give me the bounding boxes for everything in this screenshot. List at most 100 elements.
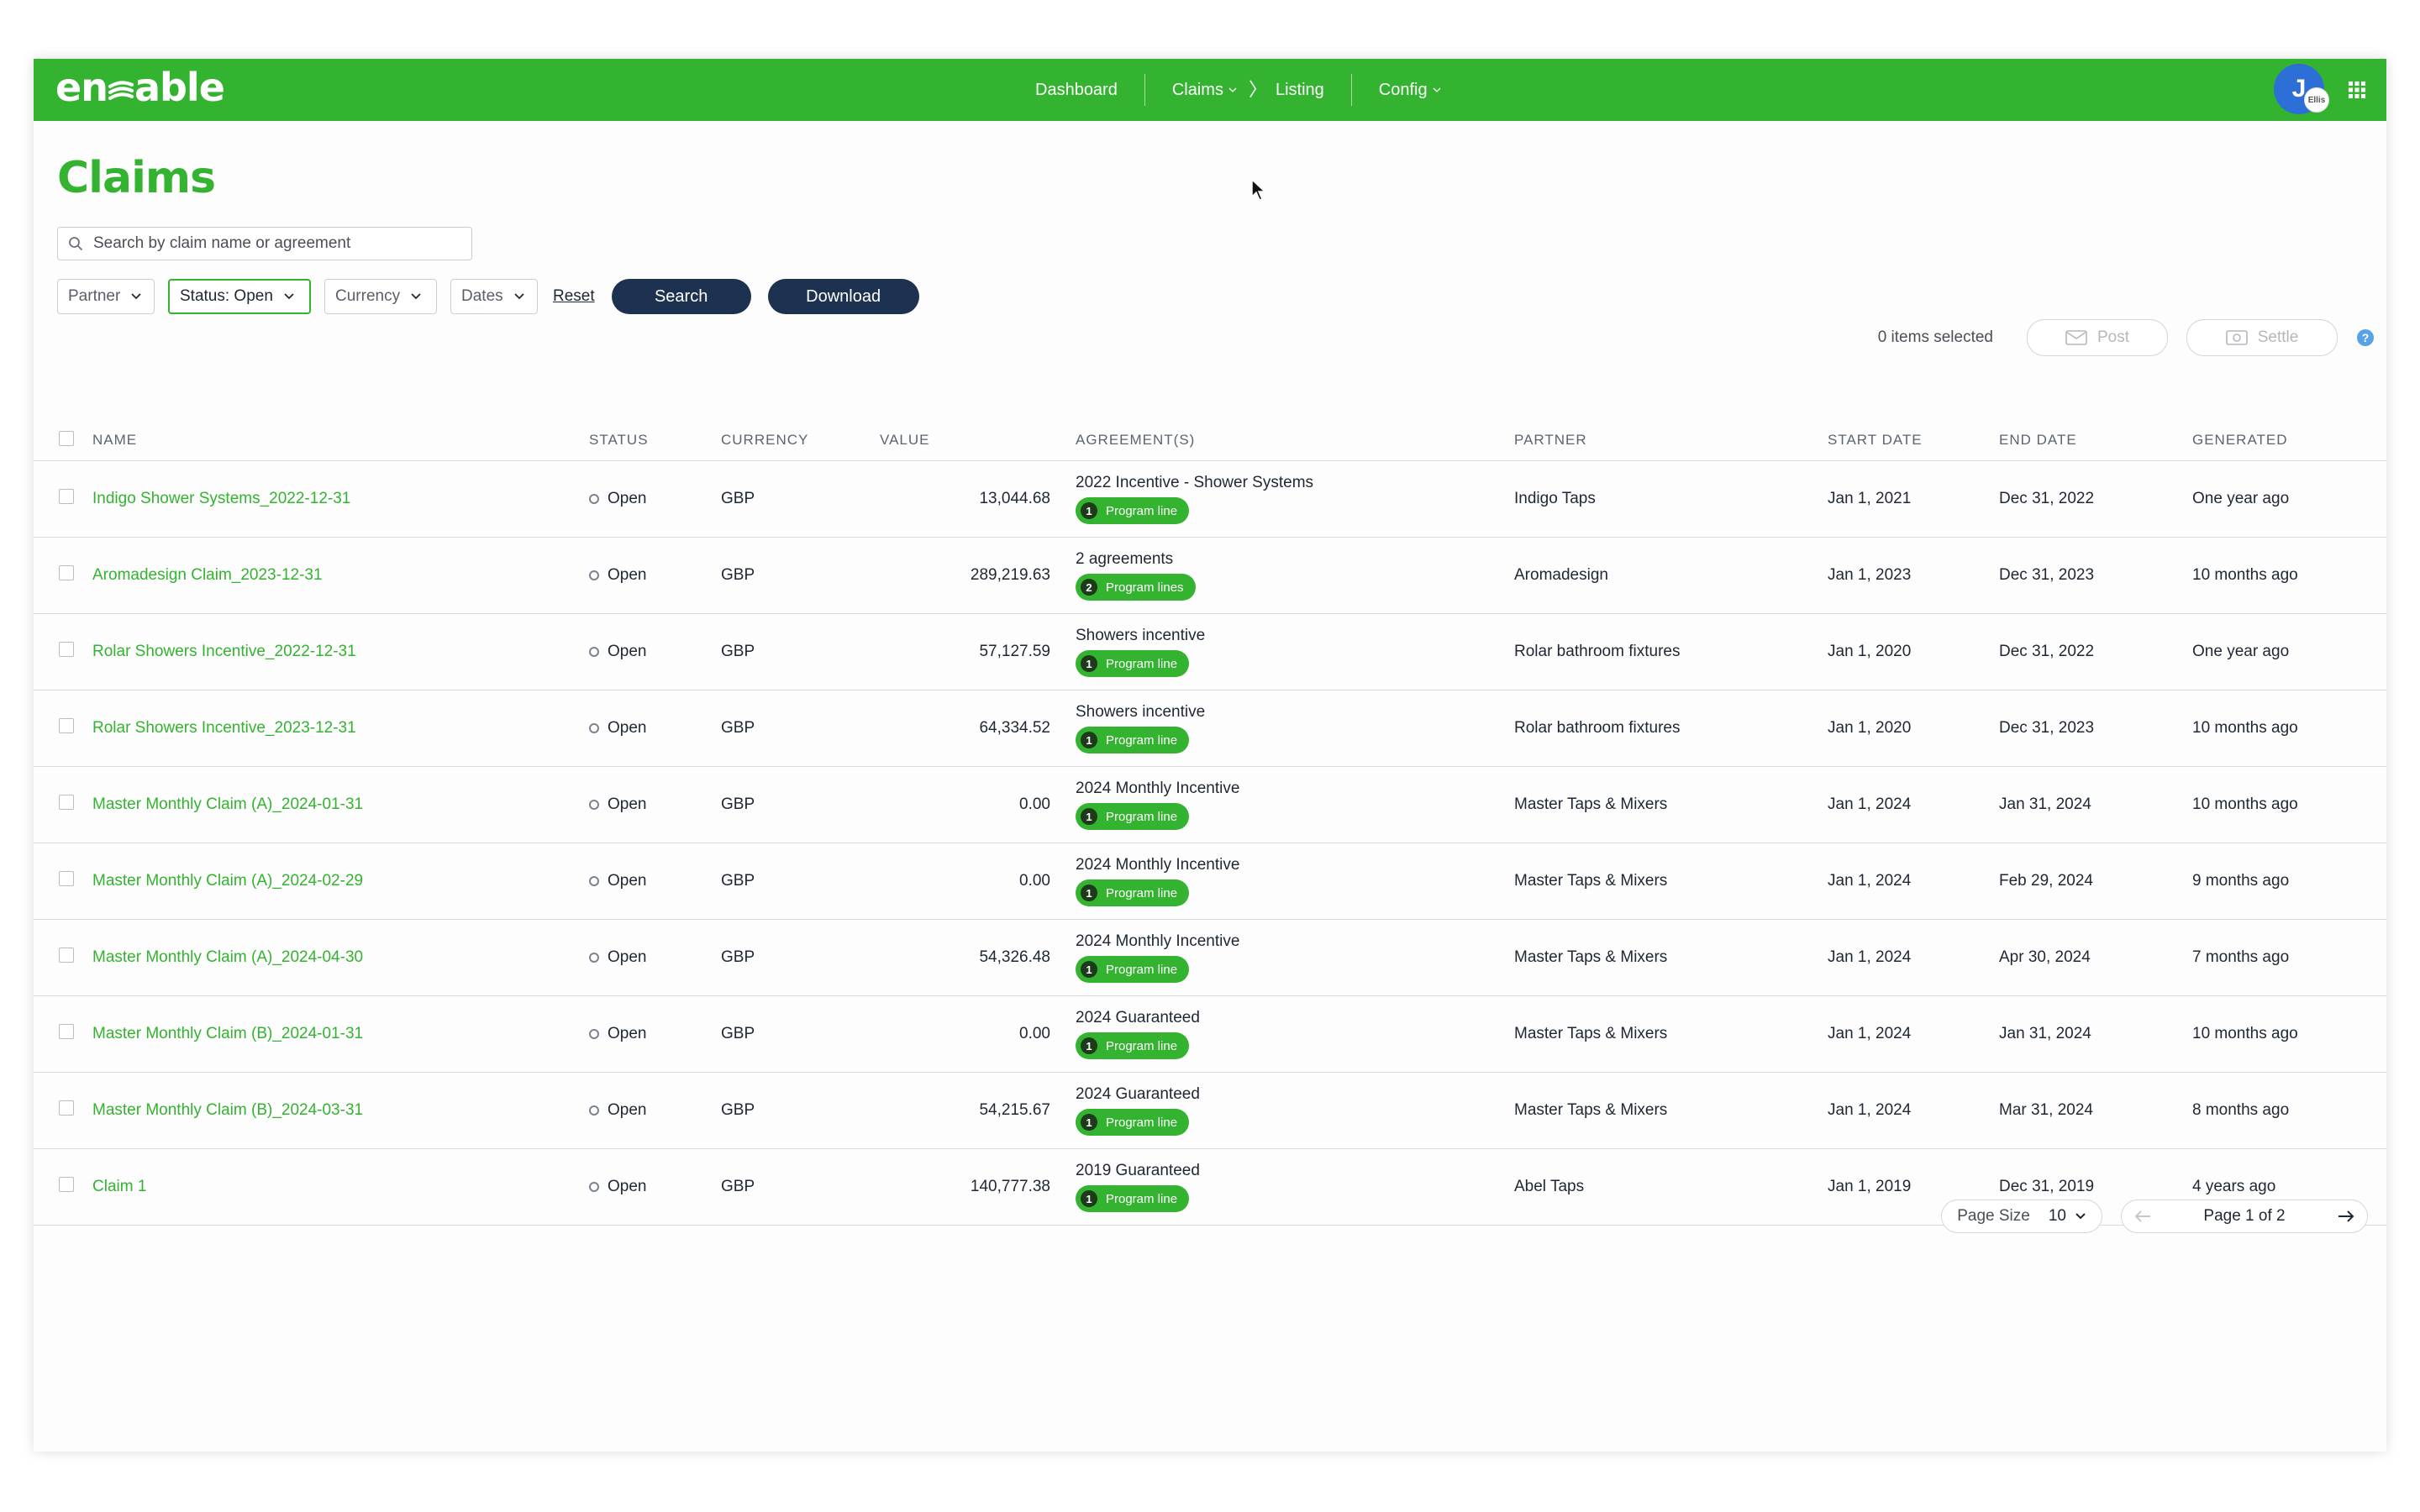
end-date-cell: Mar 31, 2024: [1999, 1072, 2192, 1149]
program-line-badge[interactable]: 1 Program line: [1076, 1109, 1190, 1136]
nav-config[interactable]: Config: [1352, 74, 1468, 106]
nav-dashboard[interactable]: Dashboard: [1008, 74, 1144, 106]
claim-name-link[interactable]: Indigo Shower Systems_2022-12-31: [92, 490, 350, 507]
arrow-right-icon[interactable]: [2337, 1210, 2355, 1223]
select-all-checkbox[interactable]: [59, 430, 74, 446]
agreement-title: 2024 Guaranteed: [1076, 1009, 1200, 1026]
claim-name-link[interactable]: Rolar Showers Incentive_2023-12-31: [92, 719, 356, 737]
row-checkbox[interactable]: [59, 642, 74, 657]
status-open-icon: [589, 570, 599, 580]
row-checkbox[interactable]: [59, 948, 74, 963]
program-line-count: 1: [1081, 808, 1097, 825]
row-checkbox[interactable]: [59, 1177, 74, 1192]
claim-name-link[interactable]: Master Monthly Claim (A)_2024-04-30: [92, 948, 363, 966]
column-header-name[interactable]: NAME: [92, 420, 589, 461]
post-button[interactable]: Post: [2027, 319, 2168, 356]
claim-name-link[interactable]: Master Monthly Claim (B)_2024-01-31: [92, 1025, 363, 1042]
program-line-badge[interactable]: 1 Program line: [1076, 650, 1190, 677]
program-line-badge[interactable]: 2 Program lines: [1076, 574, 1196, 601]
claim-name-link[interactable]: Rolar Showers Incentive_2022-12-31: [92, 643, 356, 660]
claim-name-link[interactable]: Master Monthly Claim (A)_2024-01-31: [92, 795, 363, 813]
table-header-row: NAME STATUS CURRENCY VALUE AGREEMENT(S) …: [34, 420, 2386, 461]
download-button[interactable]: Download: [767, 279, 919, 314]
column-header-end-date[interactable]: END DATE: [1999, 420, 2192, 461]
program-line-label: Program line: [1106, 732, 1178, 748]
program-line-label: Program line: [1106, 503, 1178, 518]
settle-button[interactable]: Settle: [2186, 319, 2338, 356]
table-row[interactable]: Rolar Showers Incentive_2023-12-31 Open GB…: [34, 690, 2386, 767]
row-checkbox[interactable]: [59, 489, 74, 504]
search-input[interactable]: [92, 234, 465, 254]
program-line-count: 1: [1081, 1037, 1097, 1054]
status-filter[interactable]: Status: Open: [168, 279, 311, 314]
agreement-title: 2024 Guaranteed: [1076, 1085, 1200, 1103]
nav-dashboard-label: Dashboard: [1035, 81, 1118, 99]
table-row[interactable]: Indigo Shower Systems_2022-12-31 Open GBP 1…: [34, 460, 2386, 538]
claim-name-link[interactable]: Aromadesign Claim_2023-12-31: [92, 566, 323, 584]
row-checkbox[interactable]: [59, 1024, 74, 1039]
claim-name-link[interactable]: Master Monthly Claim (B)_2024-03-31: [92, 1101, 363, 1119]
help-icon[interactable]: ?: [2356, 328, 2375, 347]
enable-logo[interactable]: en able: [55, 62, 225, 113]
arrow-left-icon[interactable]: [2133, 1210, 2152, 1223]
currency-cell: GBP: [721, 537, 880, 614]
program-line-badge[interactable]: 1 Program line: [1076, 1032, 1190, 1059]
generated-cell: One year ago: [2192, 460, 2386, 538]
status-text: Open: [608, 872, 647, 890]
row-checkbox[interactable]: [59, 1100, 74, 1116]
column-header-value[interactable]: VALUE: [880, 420, 1076, 461]
page-size-label: Page Size: [1957, 1207, 2030, 1225]
reset-link[interactable]: Reset: [553, 287, 595, 306]
user-avatar[interactable]: J Ellis: [2274, 64, 2329, 114]
top-navbar: en able Dashboard Claims 〉 Listing Confi…: [34, 59, 2386, 121]
table-row[interactable]: Rolar Showers Incentive_2022-12-31 Open GB…: [34, 613, 2386, 690]
table-row[interactable]: Aromadesign Claim_2023-12-31 Open GBP 289,2…: [34, 537, 2386, 614]
table-row[interactable]: Master Monthly Claim (B)_2024-03-31 Open G…: [34, 1072, 2386, 1149]
row-checkbox[interactable]: [59, 871, 74, 886]
start-date-cell: Jan 1, 2024: [1828, 919, 1999, 996]
column-header-agreements[interactable]: AGREEMENT(S): [1076, 420, 1514, 461]
claims-table-body: Indigo Shower Systems_2022-12-31 Open GBP 1…: [34, 460, 2386, 1226]
column-header-start-date[interactable]: START DATE: [1828, 420, 1999, 461]
row-checkbox[interactable]: [59, 565, 74, 580]
column-header-status[interactable]: STATUS: [589, 420, 721, 461]
table-row[interactable]: Master Monthly Claim (A)_2024-01-31 Open G…: [34, 766, 2386, 843]
table-row[interactable]: Master Monthly Claim (B)_2024-01-31 Open G…: [34, 995, 2386, 1073]
generated-cell: 10 months ago: [2192, 690, 2386, 767]
filter-bar: Partner Status: Open Currency Dates Rese…: [57, 279, 936, 314]
partner-cell: Abel Taps: [1514, 1148, 1828, 1226]
partner-filter[interactable]: Partner: [57, 279, 155, 314]
row-checkbox[interactable]: [59, 718, 74, 733]
column-header-partner[interactable]: PARTNER: [1514, 420, 1828, 461]
program-line-badge[interactable]: 1 Program line: [1076, 727, 1190, 753]
app-grid-icon[interactable]: [2344, 77, 2370, 102]
program-line-badge[interactable]: 1 Program line: [1076, 956, 1190, 983]
claim-name-link[interactable]: Claim 1: [92, 1178, 146, 1195]
agreement-title: 2024 Monthly Incentive: [1076, 780, 1240, 797]
page-indicator: Page 1 of 2: [2203, 1207, 2286, 1225]
search-box[interactable]: [57, 227, 472, 260]
nav-claims[interactable]: Claims 〉 Listing: [1145, 74, 1351, 106]
program-line-badge[interactable]: 1 Program line: [1076, 497, 1190, 524]
page-size-select[interactable]: Page Size 10: [1941, 1200, 2102, 1233]
breadcrumb-arrow-icon: 〉: [1248, 79, 1267, 100]
currency-filter[interactable]: Currency: [324, 279, 437, 314]
status-text: Open: [608, 795, 647, 813]
table-row[interactable]: Master Monthly Claim (A)_2024-02-29 Open G…: [34, 843, 2386, 920]
dates-filter[interactable]: Dates: [450, 279, 538, 314]
program-line-count: 1: [1081, 961, 1097, 978]
program-line-badge[interactable]: 1 Program line: [1076, 803, 1190, 830]
currency-cell: GBP: [721, 1072, 880, 1149]
claim-name-link[interactable]: Master Monthly Claim (A)_2024-02-29: [92, 872, 363, 890]
column-header-generated[interactable]: GENERATED: [2192, 420, 2386, 461]
column-header-currency[interactable]: CURRENCY: [721, 420, 880, 461]
row-checkbox[interactable]: [59, 795, 74, 810]
currency-cell: GBP: [721, 460, 880, 538]
program-line-badge[interactable]: 1 Program line: [1076, 1185, 1190, 1212]
start-date-cell: Jan 1, 2020: [1828, 690, 1999, 767]
program-line-badge[interactable]: 1 Program line: [1076, 879, 1190, 906]
agreement-title: Showers incentive: [1076, 627, 1206, 644]
status-text: Open: [608, 643, 647, 660]
table-row[interactable]: Master Monthly Claim (A)_2024-04-30 Open G…: [34, 919, 2386, 996]
search-button[interactable]: Search: [611, 279, 751, 314]
